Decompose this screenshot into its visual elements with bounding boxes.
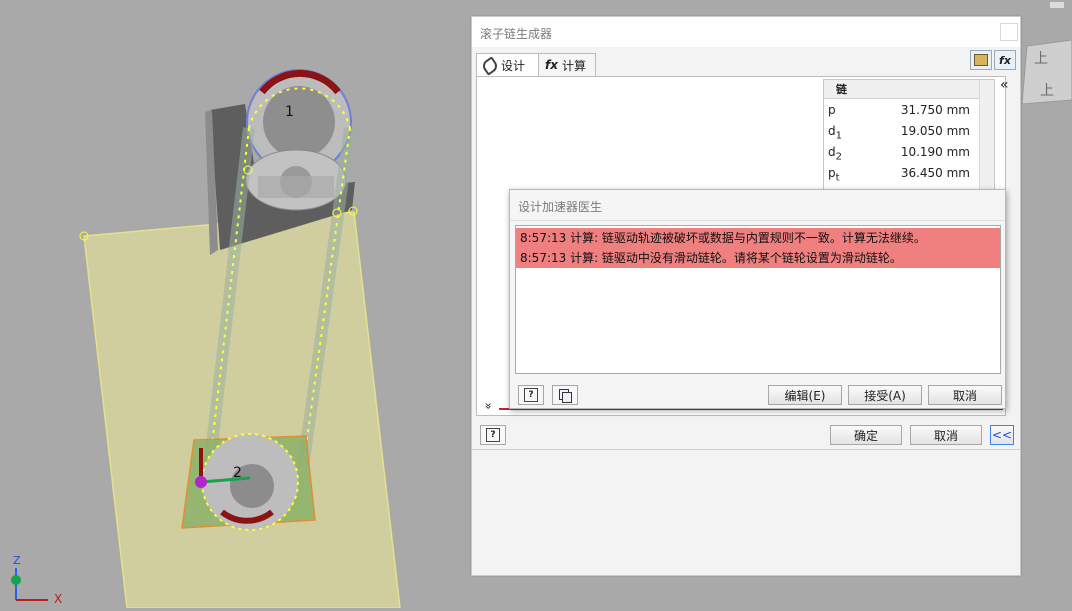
work-plane	[83, 211, 401, 609]
options-button[interactable]	[970, 50, 992, 70]
doctor-dialog-title: 设计加速器医生	[518, 200, 603, 214]
design-accelerator-doctor-dialog: 设计加速器医生 8:57:13 计算: 链驱动轨迹被破坏或数据与内置规则不一致。…	[509, 189, 1006, 409]
expand-section-button[interactable]: »	[482, 402, 496, 409]
param-symbol: p	[828, 103, 836, 117]
param-row-pitch: p 31.750 mm	[824, 99, 994, 120]
collapse-panel-button[interactable]: «	[1000, 77, 1009, 93]
error-message-row[interactable]: 8:57:13 计算: 链驱动轨迹被破坏或数据与内置规则不一致。计算无法继续。	[516, 228, 1000, 248]
param-symbol-base: p	[828, 166, 836, 180]
param-symbol-subscript: 2	[835, 151, 842, 163]
bearing-base	[258, 176, 334, 198]
chain-parameters-panel: 链 p 31.750 mm d1 19.050 mm d2 10.190 mm …	[823, 79, 995, 197]
param-symbol: d2	[828, 145, 842, 162]
chain-link-icon	[480, 55, 500, 76]
sprocket-label-2: 2	[233, 465, 242, 481]
axis-label-x: X	[54, 592, 63, 606]
cancel-button[interactable]: 取消	[910, 425, 982, 445]
origin-icon	[11, 575, 21, 585]
options-icon	[974, 54, 988, 66]
help-button[interactable]: ?	[480, 425, 506, 445]
help-icon: ?	[486, 428, 500, 442]
accept-button[interactable]: 接受(A)	[848, 385, 922, 405]
tab-calculation[interactable]: fx 计算	[538, 53, 596, 76]
function-fx-icon: fx	[545, 58, 558, 72]
message-list[interactable]: 8:57:13 计算: 链驱动轨迹被破坏或数据与内置规则不一致。计算无法继续。 …	[515, 225, 1001, 374]
tab-calculation-label: 计算	[561, 58, 586, 73]
tab-design-label: 设计	[501, 59, 526, 73]
copy-icon	[559, 389, 572, 403]
top-sprocket-hub	[263, 86, 335, 158]
chain-parameters-header-label: 链	[836, 83, 847, 96]
help-icon: ?	[524, 388, 538, 402]
function-fx-icon: fx	[999, 53, 1011, 67]
param-row-pt: pt 36.450 mm	[824, 162, 994, 183]
dialog-title: 滚子链生成器	[480, 27, 553, 41]
viewcube-home[interactable]	[1050, 2, 1064, 8]
fx-button[interactable]: fx	[994, 50, 1016, 70]
triad-origin[interactable]	[195, 476, 207, 488]
sprocket-label-1: 1	[285, 104, 294, 120]
chain-parameters-header: 链	[824, 80, 994, 99]
param-value: 36.450 mm	[900, 166, 970, 180]
axis-label-z: Z	[13, 554, 21, 567]
param-row-d1: d1 19.050 mm	[824, 120, 994, 141]
param-symbol-subscript: t	[835, 172, 840, 184]
edit-button[interactable]: 编辑(E)	[768, 385, 842, 405]
dialog-bottom-separator	[472, 449, 1020, 450]
param-symbol-subscript: 1	[835, 130, 842, 142]
parameters-scrollbar[interactable]	[979, 80, 994, 196]
param-symbol-base: d	[828, 145, 836, 159]
ok-button[interactable]: 确定	[830, 425, 902, 445]
tab-design[interactable]: 设计	[476, 53, 540, 77]
dialog-titlebar[interactable]: 滚子链生成器	[472, 17, 1020, 47]
param-value: 31.750 mm	[900, 103, 970, 117]
close-button[interactable]	[1000, 23, 1018, 41]
doctor-help-button[interactable]: ?	[518, 385, 544, 405]
doctor-cancel-button[interactable]: 取消	[928, 385, 1002, 405]
param-value: 10.190 mm	[900, 145, 970, 159]
toggle-more-button[interactable]: <<	[990, 425, 1014, 445]
param-symbol: pt	[828, 166, 840, 183]
viewcube-face-label[interactable]: 上	[1040, 80, 1054, 100]
copy-button[interactable]	[552, 385, 578, 405]
error-message-row[interactable]: 8:57:13 计算: 链驱动中没有滑动链轮。请将某个链轮设置为滑动链轮。	[516, 248, 1000, 268]
param-value: 19.050 mm	[900, 124, 970, 138]
param-row-d2: d2 10.190 mm	[824, 141, 994, 162]
param-symbol: d1	[828, 124, 842, 141]
doctor-title-separator	[510, 220, 1005, 221]
viewcube-face-label[interactable]: 上	[1034, 48, 1048, 68]
param-symbol-base: d	[828, 124, 836, 138]
